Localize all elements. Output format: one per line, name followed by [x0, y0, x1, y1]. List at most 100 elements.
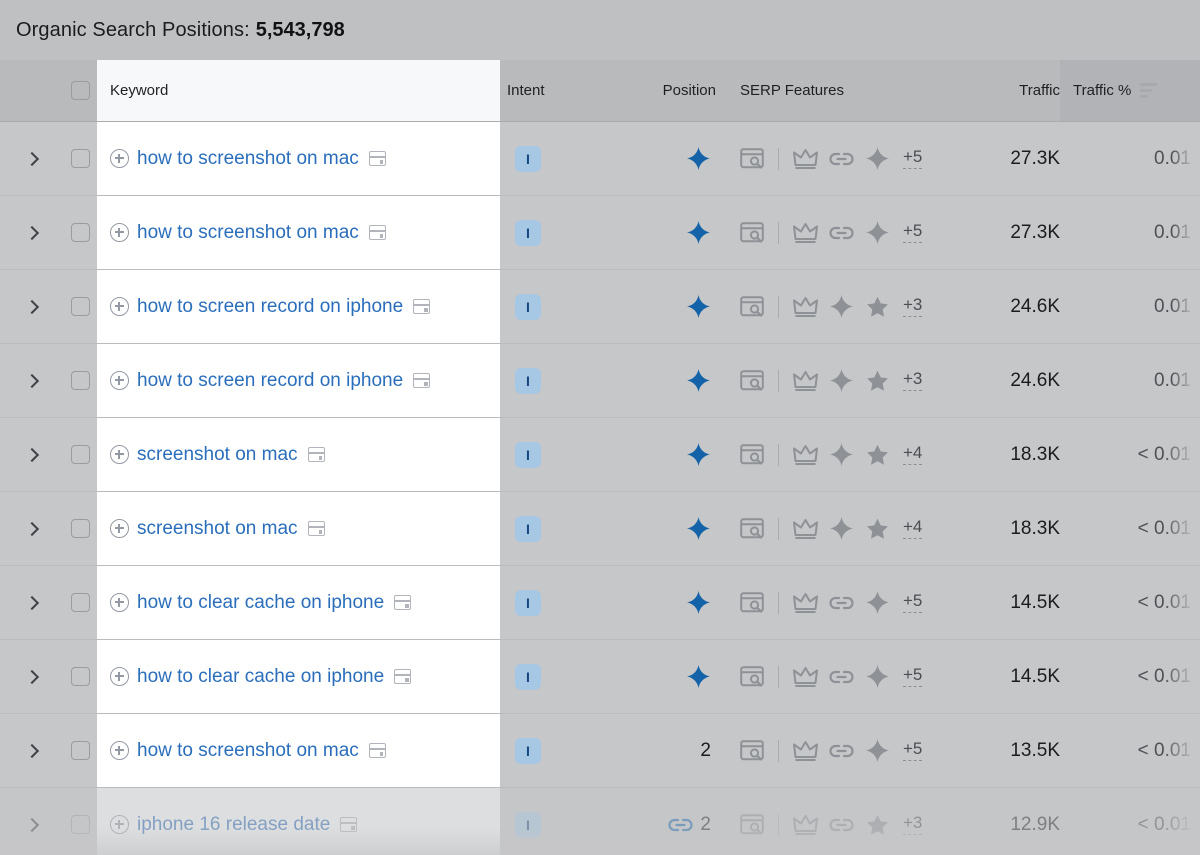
serp-features-more-count[interactable]: +3 [903, 813, 923, 835]
keyword-link[interactable]: how to screenshot on mac [137, 740, 359, 762]
sort-descending-icon[interactable] [1140, 83, 1158, 98]
intent-badge[interactable]: I [515, 589, 541, 616]
expand-row-button[interactable] [0, 418, 63, 491]
ai-overview-icon[interactable] [686, 664, 711, 689]
row-checkbox[interactable] [70, 223, 90, 242]
ai-overview-gray-icon[interactable] [829, 368, 854, 393]
ai-overview-icon[interactable] [686, 368, 711, 393]
row-checkbox[interactable] [70, 371, 90, 390]
row-checkbox-cell[interactable] [63, 418, 97, 491]
select-all-checkbox-cell[interactable] [63, 60, 97, 121]
chevron-right-icon[interactable] [25, 744, 39, 758]
ai-overview-gray-icon[interactable] [865, 590, 890, 615]
link-icon[interactable] [829, 595, 854, 611]
row-checkbox-cell[interactable] [63, 492, 97, 565]
ai-overview-icon[interactable] [686, 220, 711, 245]
serp-preview-icon[interactable] [368, 151, 386, 166]
keyword-link[interactable]: screenshot on mac [137, 444, 298, 466]
serp-preview-icon[interactable] [394, 669, 412, 684]
expand-row-button[interactable] [0, 492, 63, 565]
link-icon[interactable] [829, 817, 854, 833]
link-icon[interactable] [829, 743, 854, 759]
table-row[interactable]: how to screen record on iphone I +3 24.6K 0.… [0, 344, 1200, 418]
browser-search-icon[interactable] [740, 813, 764, 836]
crown-icon[interactable] [793, 296, 818, 318]
add-keyword-icon[interactable] [110, 593, 129, 612]
header-serp-features[interactable]: SERP Features [721, 60, 962, 121]
serp-features-more-count[interactable]: +5 [903, 221, 923, 243]
star-icon[interactable] [865, 295, 890, 319]
crown-icon[interactable] [793, 222, 818, 244]
row-checkbox-cell[interactable] [63, 640, 97, 713]
crown-icon[interactable] [793, 666, 818, 688]
star-icon[interactable] [865, 517, 890, 541]
keyword-link[interactable]: how to screenshot on mac [137, 222, 359, 244]
chevron-right-icon[interactable] [25, 522, 39, 536]
serp-features-more-count[interactable]: +3 [903, 295, 923, 317]
star-icon[interactable] [865, 369, 890, 393]
add-keyword-icon[interactable] [110, 519, 129, 538]
ai-overview-gray-icon[interactable] [865, 220, 890, 245]
row-checkbox-cell[interactable] [63, 270, 97, 343]
header-keyword[interactable]: Keyword [97, 60, 500, 121]
intent-badge[interactable]: I [515, 515, 541, 542]
expand-row-button[interactable] [0, 270, 63, 343]
chevron-right-icon[interactable] [25, 300, 39, 314]
add-keyword-icon[interactable] [110, 815, 129, 834]
ai-overview-icon[interactable] [686, 146, 711, 171]
browser-search-icon[interactable] [740, 739, 764, 762]
header-traffic[interactable]: Traffic [962, 60, 1060, 121]
serp-preview-icon[interactable] [340, 817, 358, 832]
chevron-right-icon[interactable] [25, 374, 39, 388]
intent-badge[interactable]: I [515, 219, 541, 246]
link-icon[interactable] [829, 151, 854, 167]
header-intent[interactable]: Intent [500, 60, 611, 121]
table-row[interactable]: how to screenshot on mac I +5 27.3K 0.01 [0, 196, 1200, 270]
browser-search-icon[interactable] [740, 369, 764, 392]
expand-row-button[interactable] [0, 196, 63, 269]
expand-row-button[interactable] [0, 640, 63, 713]
row-checkbox-cell[interactable] [63, 788, 97, 855]
serp-preview-icon[interactable] [413, 373, 431, 388]
intent-badge[interactable]: I [515, 811, 541, 838]
intent-badge[interactable]: I [515, 367, 541, 394]
crown-icon[interactable] [793, 370, 818, 392]
row-checkbox-cell[interactable] [63, 714, 97, 787]
table-row[interactable]: screenshot on mac I +4 18.3K < 0.01 [0, 492, 1200, 566]
row-checkbox-cell[interactable] [63, 196, 97, 269]
star-icon[interactable] [865, 813, 890, 837]
serp-features-more-count[interactable]: +5 [903, 665, 923, 687]
keyword-link[interactable]: how to clear cache on iphone [137, 592, 384, 614]
keyword-link[interactable]: how to clear cache on iphone [137, 666, 384, 688]
browser-search-icon[interactable] [740, 295, 764, 318]
row-checkbox[interactable] [70, 815, 90, 834]
serp-features-more-count[interactable]: +4 [903, 443, 923, 465]
crown-icon[interactable] [793, 444, 818, 466]
table-row[interactable]: iphone 16 release date I 2 +3 12.9K < 0.01 [0, 788, 1200, 855]
row-checkbox[interactable] [70, 297, 90, 316]
serp-features-more-count[interactable]: +5 [903, 147, 923, 169]
keyword-link[interactable]: how to screen record on iphone [137, 296, 403, 318]
chevron-right-icon[interactable] [25, 152, 39, 166]
header-traffic-percent[interactable]: Traffic % [1060, 60, 1200, 121]
link-icon-blue[interactable] [668, 817, 693, 833]
ai-overview-gray-icon[interactable] [865, 146, 890, 171]
row-checkbox[interactable] [70, 741, 90, 760]
chevron-right-icon[interactable] [25, 226, 39, 240]
serp-preview-icon[interactable] [307, 447, 325, 462]
intent-badge[interactable]: I [515, 663, 541, 690]
row-checkbox-cell[interactable] [63, 566, 97, 639]
browser-search-icon[interactable] [740, 221, 764, 244]
chevron-right-icon[interactable] [25, 596, 39, 610]
crown-icon[interactable] [793, 592, 818, 614]
ai-overview-gray-icon[interactable] [865, 664, 890, 689]
expand-row-button[interactable] [0, 788, 63, 855]
intent-badge[interactable]: I [515, 737, 541, 764]
row-checkbox[interactable] [70, 519, 90, 538]
ai-overview-gray-icon[interactable] [829, 516, 854, 541]
expand-row-button[interactable] [0, 344, 63, 417]
add-keyword-icon[interactable] [110, 371, 129, 390]
serp-preview-icon[interactable] [368, 225, 386, 240]
ai-overview-icon[interactable] [686, 294, 711, 319]
table-row[interactable]: how to screenshot on mac I +5 27.3K 0.01 [0, 122, 1200, 196]
